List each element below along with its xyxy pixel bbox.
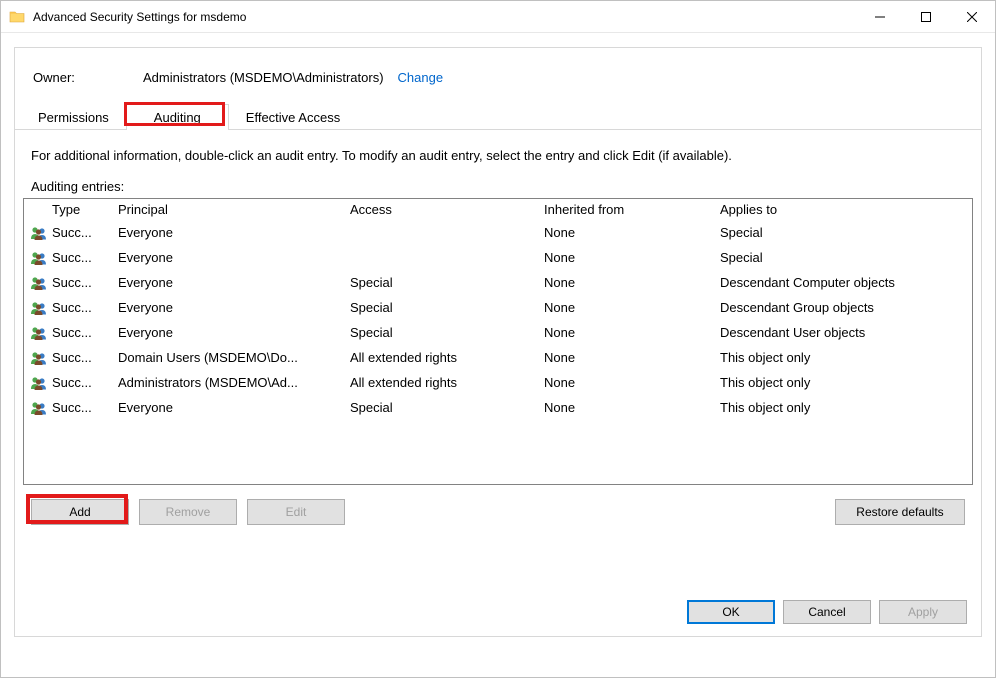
col-header-inherited[interactable]: Inherited from (544, 202, 720, 217)
cell-access: Special (350, 400, 544, 415)
col-header-type[interactable]: Type (52, 202, 118, 217)
apply-button: Apply (879, 600, 967, 624)
restore-defaults-button[interactable]: Restore defaults (835, 499, 965, 525)
cell-type: Succ... (52, 225, 118, 240)
table-row[interactable]: Succ...Administrators (MSDEMO\Ad...All e… (24, 370, 972, 395)
cell-inherited: None (544, 300, 720, 315)
tab-strip: Permissions Auditing Effective Access (15, 103, 981, 130)
entries-label: Auditing entries: (23, 179, 973, 198)
cell-access: Special (350, 300, 544, 315)
cell-principal: Everyone (118, 225, 350, 240)
minimize-button[interactable] (857, 1, 903, 32)
cell-type: Succ... (52, 375, 118, 390)
cell-inherited: None (544, 325, 720, 340)
cell-inherited: None (544, 375, 720, 390)
table-row[interactable]: Succ...EveryoneSpecialNoneDescendant Gro… (24, 295, 972, 320)
people-icon (26, 376, 52, 390)
maximize-button[interactable] (903, 1, 949, 32)
cell-principal: Everyone (118, 400, 350, 415)
cell-applies: Descendant Computer objects (720, 275, 970, 290)
people-icon (26, 301, 52, 315)
cell-applies: Descendant Group objects (720, 300, 970, 315)
owner-value: Administrators (MSDEMO\Administrators) (143, 70, 384, 85)
cell-principal: Everyone (118, 325, 350, 340)
col-header-access[interactable]: Access (350, 202, 544, 217)
cell-type: Succ... (52, 300, 118, 315)
change-owner-link[interactable]: Change (398, 70, 444, 85)
col-header-principal[interactable]: Principal (118, 202, 350, 217)
cell-principal: Domain Users (MSDEMO\Do... (118, 350, 350, 365)
cell-access: All extended rights (350, 375, 544, 390)
table-row[interactable]: Succ...EveryoneSpecialNoneDescendant Use… (24, 320, 972, 345)
cell-type: Succ... (52, 350, 118, 365)
col-header-applies[interactable]: Applies to (720, 202, 970, 217)
cell-type: Succ... (52, 275, 118, 290)
people-icon (26, 326, 52, 340)
table-row[interactable]: Succ...Everyone NoneSpecial (24, 245, 972, 270)
people-icon (26, 276, 52, 290)
table-row[interactable]: Succ...EveryoneSpecialNoneDescendant Com… (24, 270, 972, 295)
auditing-entries-grid[interactable]: Type Principal Access Inherited from App… (23, 198, 973, 485)
info-text: For additional information, double-click… (23, 130, 973, 179)
cell-principal: Everyone (118, 300, 350, 315)
cell-applies: Descendant User objects (720, 325, 970, 340)
cell-inherited: None (544, 250, 720, 265)
cell-type: Succ... (52, 400, 118, 415)
tab-auditing[interactable]: Auditing (126, 104, 229, 130)
cell-access: All extended rights (350, 350, 544, 365)
cell-principal: Everyone (118, 250, 350, 265)
edit-button: Edit (247, 499, 345, 525)
ok-button[interactable]: OK (687, 600, 775, 624)
cell-applies: This object only (720, 400, 970, 415)
table-row[interactable]: Succ...EveryoneSpecialNoneThis object on… (24, 395, 972, 420)
close-button[interactable] (949, 1, 995, 32)
cell-inherited: None (544, 225, 720, 240)
grid-header: Type Principal Access Inherited from App… (24, 199, 972, 220)
remove-button: Remove (139, 499, 237, 525)
table-row[interactable]: Succ...Everyone NoneSpecial (24, 220, 972, 245)
cell-type: Succ... (52, 250, 118, 265)
people-icon (26, 351, 52, 365)
cell-applies: Special (720, 225, 970, 240)
cell-access: Special (350, 275, 544, 290)
cell-principal: Administrators (MSDEMO\Ad... (118, 375, 350, 390)
cell-applies: Special (720, 250, 970, 265)
window-title: Advanced Security Settings for msdemo (33, 10, 857, 24)
cell-inherited: None (544, 350, 720, 365)
cancel-button[interactable]: Cancel (783, 600, 871, 624)
cell-applies: This object only (720, 350, 970, 365)
table-row[interactable]: Succ...Domain Users (MSDEMO\Do...All ext… (24, 345, 972, 370)
tab-permissions[interactable]: Permissions (21, 104, 126, 130)
add-button[interactable]: Add (31, 499, 129, 525)
cell-type: Succ... (52, 325, 118, 340)
cell-applies: This object only (720, 375, 970, 390)
people-icon (26, 401, 52, 415)
cell-inherited: None (544, 275, 720, 290)
tab-effective-access[interactable]: Effective Access (229, 104, 357, 130)
titlebar: Advanced Security Settings for msdemo (1, 1, 995, 33)
owner-label: Owner: (33, 70, 143, 85)
people-icon (26, 226, 52, 240)
content-panel: Owner: Administrators (MSDEMO\Administra… (14, 47, 982, 637)
cell-inherited: None (544, 400, 720, 415)
cell-access: Special (350, 325, 544, 340)
people-icon (26, 251, 52, 265)
folder-icon (9, 9, 25, 25)
cell-principal: Everyone (118, 275, 350, 290)
